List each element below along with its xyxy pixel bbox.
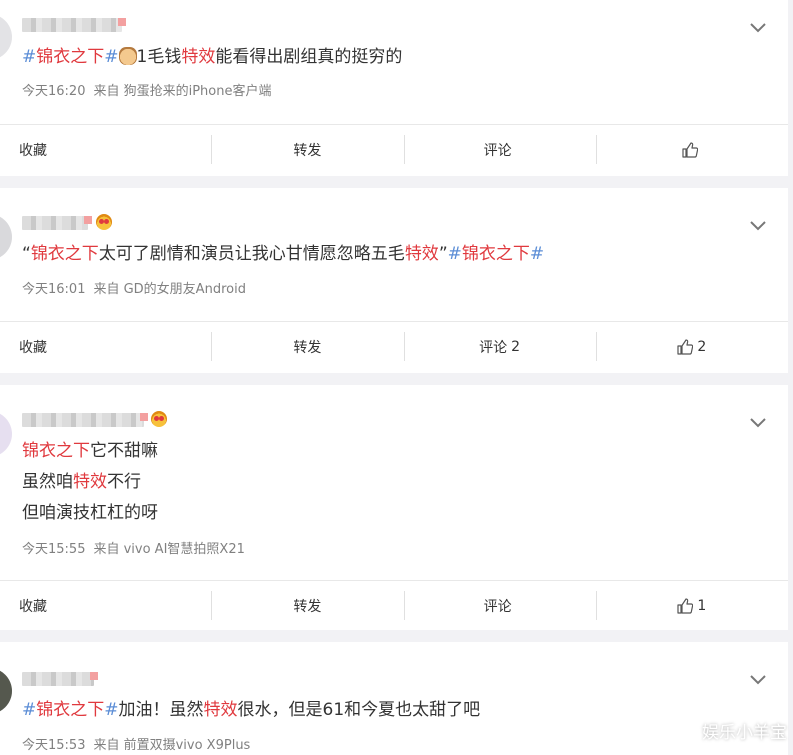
post-meta: 今天15:53 来自 前置双摄vivo X9Plus — [22, 734, 250, 753]
content-text: “ — [22, 244, 31, 264]
post-time[interactable]: 今天15:55 — [22, 542, 85, 557]
keyword-highlight: 特效 — [181, 47, 216, 67]
post-content: #锦衣之下#加油！虽然特效很水，但是61和今夏也太甜了吧 — [22, 695, 748, 726]
like-button[interactable] — [595, 125, 788, 174]
comment-count: 2 — [511, 338, 521, 355]
repost-label: 转发 — [293, 142, 322, 159]
post-content: “锦衣之下太可了剧情和演员让我心甘情愿忽略五毛特效”#锦衣之下# — [22, 239, 748, 270]
like-count: 2 — [697, 338, 707, 355]
content-text: 它不甜嘛 — [90, 441, 158, 461]
topic-link[interactable]: # — [22, 47, 36, 67]
favorite-label: 收藏 — [19, 339, 47, 356]
topic-link[interactable]: # — [22, 700, 36, 720]
favorite-button[interactable]: 收藏 — [0, 322, 211, 371]
username-blurred[interactable] — [22, 18, 126, 32]
comment-label: 评论 — [483, 598, 512, 615]
post-source[interactable]: 来自 vivo AI智慧拍照X21 — [93, 542, 244, 557]
topic-link[interactable]: # — [530, 244, 544, 264]
content-text: 太可了剧情和演员让我心甘情愿忽略五毛 — [98, 244, 405, 264]
chevron-down-icon[interactable] — [750, 672, 766, 688]
content-line: #锦衣之下# 1毛钱特效能看得出剧组真的挺穷的 — [22, 42, 748, 73]
content-text: ” — [438, 244, 448, 264]
comment-button[interactable]: 评论 2 — [403, 322, 596, 371]
topic-link[interactable]: # — [448, 244, 462, 264]
action-bar: 收藏 转发 评论 2 2 — [0, 321, 788, 371]
thumbs-up-icon — [677, 338, 694, 355]
like-button[interactable]: 1 — [595, 581, 788, 630]
post-content: 锦衣之下它不甜嘛 虽然咱特效不行 但咱演技杠杠的呀 — [22, 436, 748, 529]
post-time[interactable]: 今天15:53 — [22, 738, 85, 753]
post-meta: 今天16:20 来自 狗蛋抢来的iPhone客户端 — [22, 80, 271, 99]
topic-link[interactable]: 锦衣之下 — [36, 47, 104, 67]
content-line: 但咱演技杠杠的呀 — [22, 498, 748, 529]
comment-button[interactable]: 评论 — [403, 125, 596, 174]
thumbs-up-icon — [677, 597, 694, 614]
action-bar: 收藏 转发 评论 — [0, 124, 788, 174]
comment-label: 评论 — [479, 339, 508, 356]
post-card: “锦衣之下太可了剧情和演员让我心甘情愿忽略五毛特效”#锦衣之下# 今天16:01… — [0, 188, 788, 373]
post-time[interactable]: 今天16:20 — [22, 84, 85, 99]
post-card: #锦衣之下#加油！虽然特效很水，但是61和今夏也太甜了吧 今天15:53 来自 前… — [0, 642, 788, 755]
content-text: 不行 — [107, 472, 141, 492]
topic-link[interactable]: # — [104, 47, 118, 67]
comment-button[interactable]: 评论 — [403, 581, 596, 630]
username-blurred[interactable] — [22, 672, 98, 686]
keyword-highlight: 锦衣之下 — [30, 244, 99, 264]
crown-badge-icon — [151, 411, 167, 427]
post-card: 锦衣之下它不甜嘛 虽然咱特效不行 但咱演技杠杠的呀 今天15:55 来自 vivo A… — [0, 385, 788, 630]
repost-button[interactable]: 转发 — [211, 581, 403, 630]
username-blurred[interactable] — [22, 216, 92, 230]
avatar[interactable] — [0, 214, 12, 260]
post-card: #锦衣之下# 1毛钱特效能看得出剧组真的挺穷的 今天16:20 来自 狗蛋抢来的iP… — [0, 0, 788, 176]
topic-link[interactable]: 锦衣之下 — [462, 244, 530, 264]
weibo-feed: #锦衣之下# 1毛钱特效能看得出剧组真的挺穷的 今天16:20 来自 狗蛋抢来的iP… — [0, 0, 793, 755]
favorite-label: 收藏 — [19, 598, 47, 615]
post-meta: 今天16:01 来自 GD的女朋友Android — [22, 278, 246, 297]
content-text: 很水，但是61和今夏也太甜了吧 — [237, 700, 481, 720]
chevron-down-icon[interactable] — [750, 415, 766, 431]
avatar[interactable] — [0, 668, 12, 714]
repost-button[interactable]: 转发 — [211, 322, 403, 371]
content-text: 加油！虽然 — [118, 700, 204, 720]
like-button[interactable]: 2 — [595, 322, 788, 371]
action-bar: 收藏 转发 评论 1 — [0, 580, 788, 630]
post-source[interactable]: 来自 狗蛋抢来的iPhone客户端 — [93, 84, 271, 99]
topic-link[interactable]: # — [104, 700, 118, 720]
content-text: 但咱演技杠杠的呀 — [22, 503, 158, 523]
repost-label: 转发 — [293, 598, 322, 615]
content-text: 能看得出剧组真的挺穷的 — [215, 47, 403, 67]
watermark: 娱乐小羊宝 — [702, 723, 787, 743]
repost-button[interactable]: 转发 — [211, 125, 403, 174]
topic-link[interactable]: 锦衣之下 — [36, 700, 104, 720]
keyword-highlight: 特效 — [73, 472, 107, 492]
cat-face-emoji — [118, 47, 137, 65]
favorite-button[interactable]: 收藏 — [0, 581, 211, 630]
avatar[interactable] — [0, 411, 12, 457]
content-text: 1毛钱 — [136, 47, 182, 67]
like-count: 1 — [697, 597, 707, 614]
content-line: “锦衣之下太可了剧情和演员让我心甘情愿忽略五毛特效”#锦衣之下# — [22, 239, 748, 270]
post-meta: 今天15:55 来自 vivo AI智慧拍照X21 — [22, 538, 245, 557]
content-line: #锦衣之下#加油！虽然特效很水，但是61和今夏也太甜了吧 — [22, 695, 748, 726]
post-time[interactable]: 今天16:01 — [22, 282, 85, 297]
content-line: 锦衣之下它不甜嘛 — [22, 436, 748, 467]
favorite-button[interactable]: 收藏 — [0, 125, 211, 174]
username-blurred[interactable] — [22, 413, 148, 427]
repost-label: 转发 — [293, 339, 322, 356]
content-line: 虽然咱特效不行 — [22, 467, 748, 498]
keyword-highlight: 锦衣之下 — [22, 441, 90, 461]
keyword-highlight: 特效 — [404, 244, 439, 264]
content-text: 虽然咱 — [22, 472, 73, 492]
thumbs-up-icon — [682, 141, 698, 158]
favorite-label: 收藏 — [19, 142, 47, 159]
comment-label: 评论 — [483, 142, 512, 159]
keyword-highlight: 特效 — [203, 700, 238, 720]
avatar[interactable] — [0, 14, 12, 60]
chevron-down-icon[interactable] — [750, 218, 766, 234]
chevron-down-icon[interactable] — [750, 20, 766, 36]
crown-badge-icon — [96, 214, 112, 230]
post-source[interactable]: 来自 GD的女朋友Android — [93, 282, 245, 297]
post-source[interactable]: 来自 前置双摄vivo X9Plus — [93, 738, 250, 753]
post-content: #锦衣之下# 1毛钱特效能看得出剧组真的挺穷的 — [22, 42, 748, 73]
